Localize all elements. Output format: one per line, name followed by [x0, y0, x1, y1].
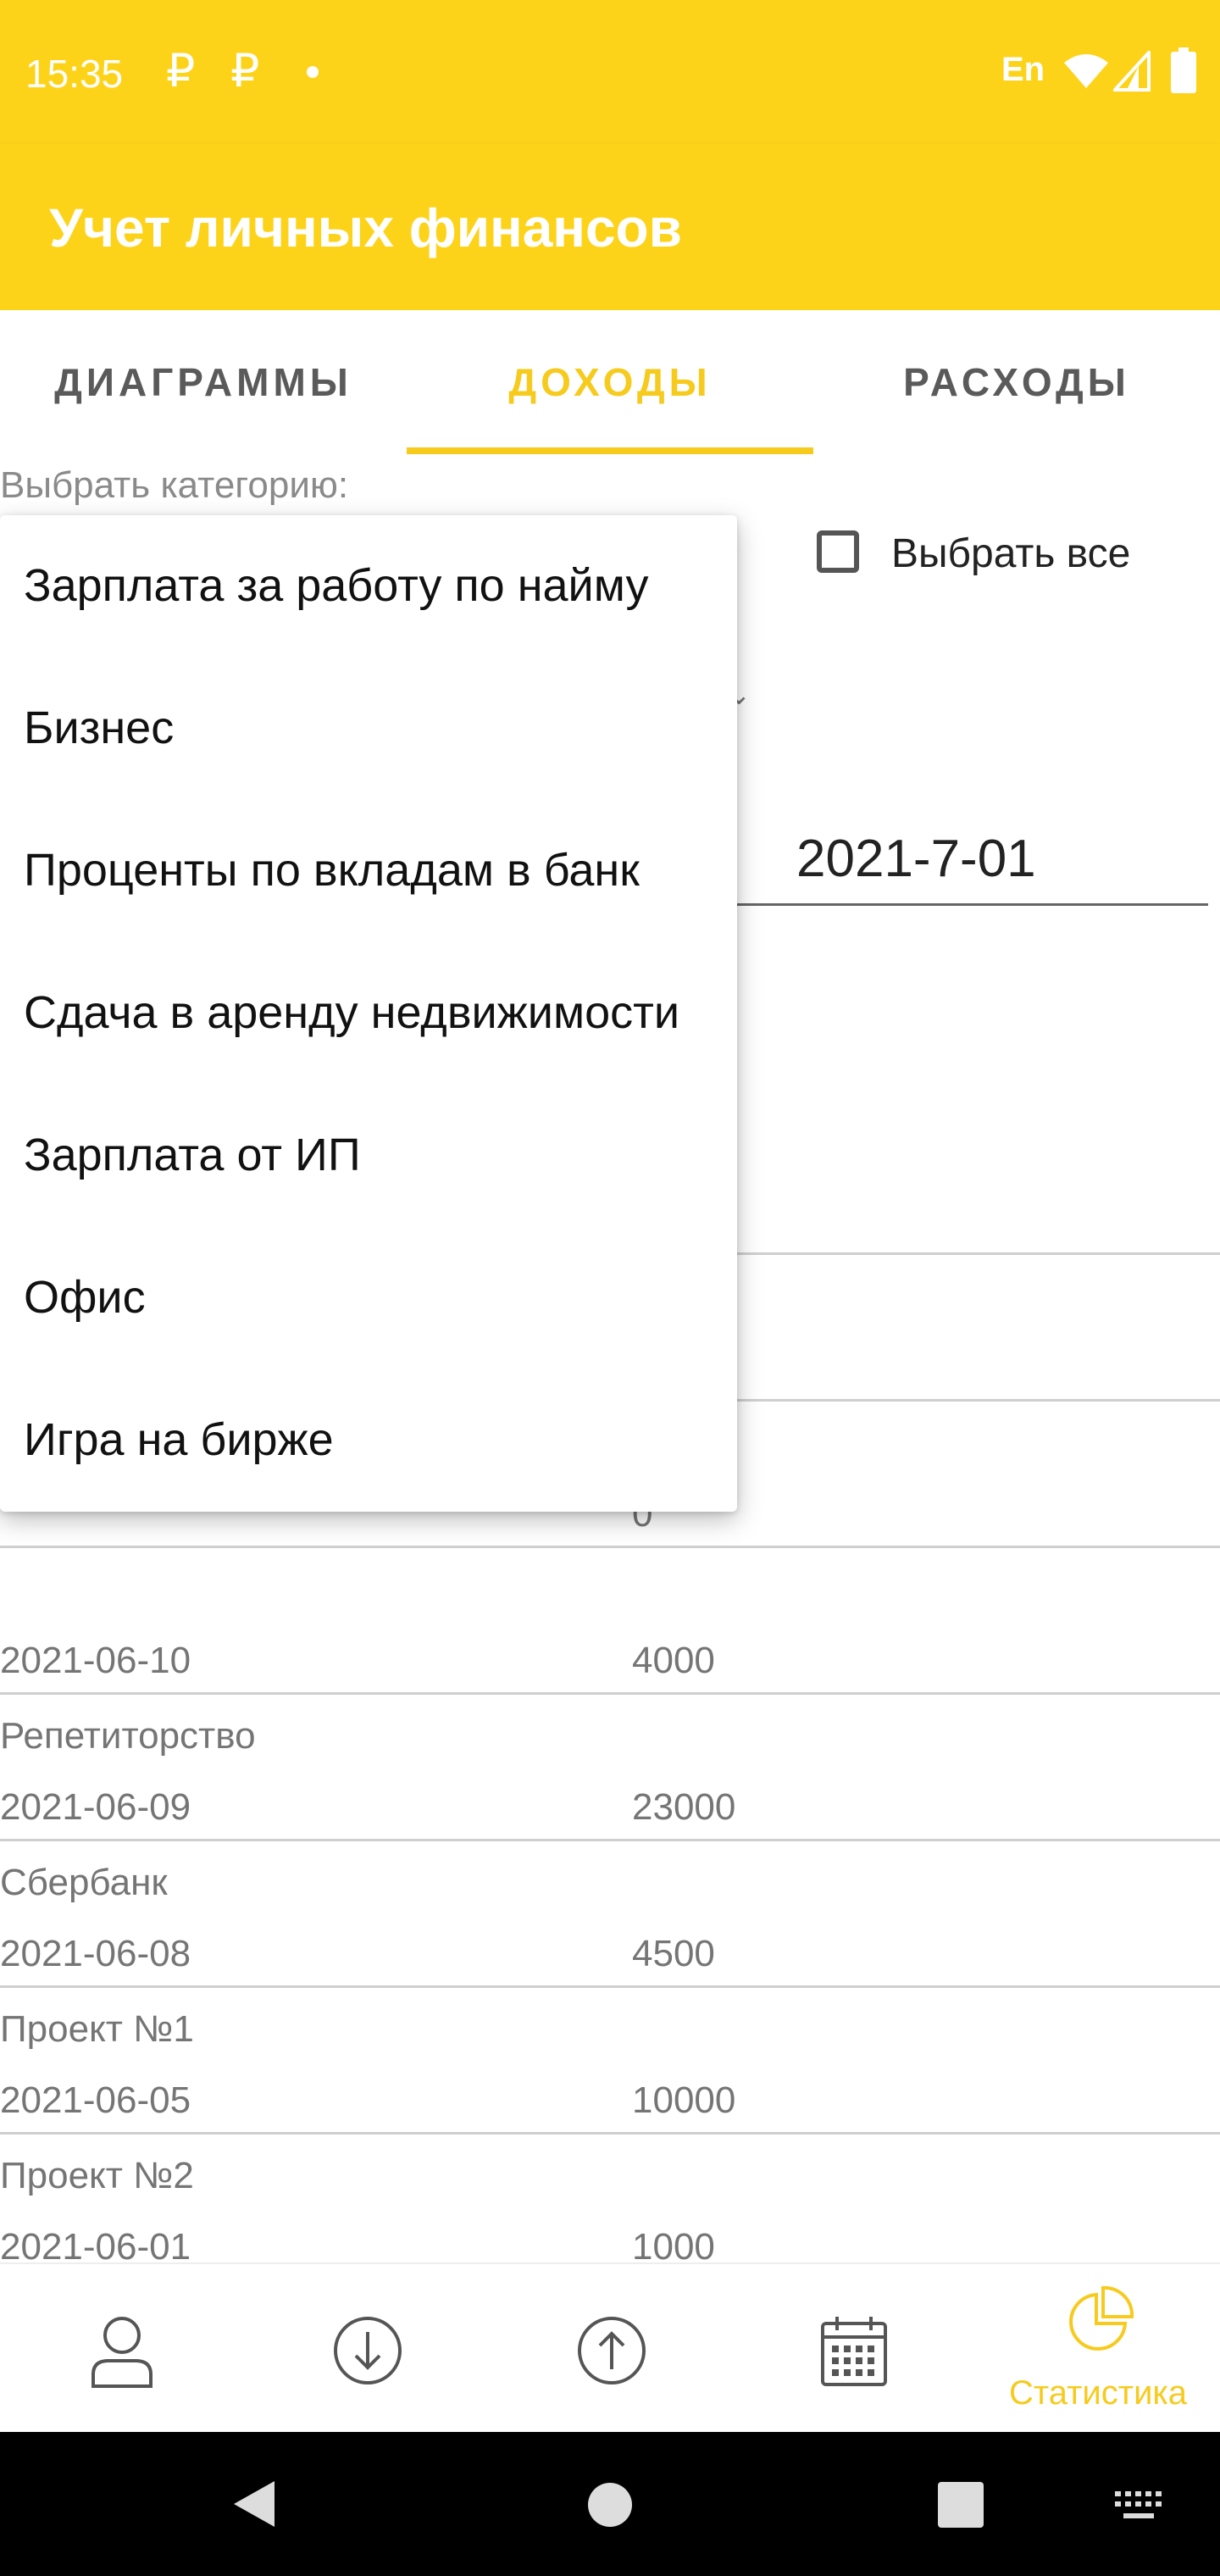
ruble-notification-icon: ₽ — [166, 46, 196, 97]
calendar-icon — [821, 2317, 887, 2386]
record-date: 2021-06-08 — [0, 1933, 191, 1974]
tab-expenses[interactable]: РАСХОДЫ — [813, 310, 1220, 454]
dropdown-item[interactable]: Зарплата за работу по найму — [24, 559, 648, 612]
record-date: 2021-06-09 — [0, 1786, 191, 1828]
tab-income[interactable]: ДОХОДЫ — [407, 310, 813, 454]
back-icon[interactable] — [232, 2479, 276, 2529]
system-navigation-bar — [0, 2432, 1220, 2576]
select-all-label: Выбрать все — [891, 531, 1131, 576]
record-category: Сбербанк — [0, 1862, 168, 1903]
dropdown-item[interactable]: Проценты по вкладам в банк — [24, 844, 640, 897]
recents-icon[interactable] — [938, 2482, 984, 2528]
dropdown-item[interactable]: Офис — [24, 1271, 146, 1324]
record-amount: 4000 — [632, 1640, 715, 1681]
arrow-up-circle-icon — [578, 2317, 646, 2384]
tab-bar: ДИАГРАММЫ ДОХОДЫ РАСХОДЫ — [0, 310, 1220, 454]
pie-chart-icon — [1069, 2285, 1134, 2351]
record-category: Проект №2 — [0, 2155, 194, 2196]
checkbox-box[interactable] — [817, 530, 859, 573]
app-title: Учет личных финансов — [49, 197, 682, 258]
dropdown-item[interactable]: Зарплата от ИП — [24, 1129, 361, 1181]
list-item[interactable]: Сбербанк 2021-06-08 4500 — [0, 1839, 1220, 1985]
wifi-icon — [1064, 54, 1108, 88]
signal-icon — [1113, 51, 1151, 92]
arrow-down-circle-icon — [334, 2317, 402, 2384]
home-icon[interactable] — [587, 2482, 633, 2528]
status-time: 15:35 — [25, 52, 124, 96]
record-amount: 10000 — [632, 2079, 736, 2121]
list-item[interactable]: Репетиторство 2021-06-09 23000 — [0, 1692, 1220, 1839]
tab-diagrams[interactable]: ДИАГРАММЫ — [0, 310, 407, 454]
bottom-navigation: Статистика — [0, 2262, 1220, 2434]
record-amount: 4500 — [632, 1933, 715, 1974]
ruble-notification-icon-2: ₽ — [230, 46, 260, 97]
keyboard-icon[interactable] — [1115, 2491, 1162, 2520]
nav-statistics[interactable]: Статистика — [976, 2264, 1220, 2434]
category-dropdown: Зарплата за работу по найму Бизнес Проце… — [0, 515, 737, 1512]
record-date: 2021-06-05 — [0, 2079, 191, 2121]
category-label: Выбрать категорию: — [0, 464, 349, 506]
record-category: Проект №1 — [0, 2008, 194, 2050]
record-amount: 23000 — [632, 1786, 736, 1828]
dropdown-item[interactable]: Бизнес — [24, 702, 174, 754]
status-bar: 15:35 ₽ ₽ En — [0, 0, 1220, 144]
nav-calendar[interactable] — [732, 2264, 976, 2434]
list-item[interactable]: 2021-06-10 4000 — [0, 1546, 1220, 1692]
nav-statistics-label: Статистика — [1008, 2374, 1188, 2412]
dropdown-item[interactable]: Сдача в аренду недвижимости — [24, 986, 679, 1039]
tab-indicator — [407, 447, 813, 454]
notification-dot-icon — [307, 66, 319, 78]
list-item[interactable]: Проект №1 2021-06-05 10000 — [0, 1985, 1220, 2132]
dropdown-item[interactable]: Игра на бирже — [24, 1413, 334, 1466]
nav-income[interactable] — [244, 2264, 488, 2434]
date-field[interactable]: 2021-7-01 — [729, 829, 1208, 906]
person-icon — [92, 2317, 152, 2388]
language-indicator: En — [1001, 51, 1045, 88]
record-category: Репетиторство — [0, 1715, 256, 1757]
battery-icon — [1171, 47, 1196, 93]
date-value: 2021-7-01 — [796, 830, 1036, 888]
list-item[interactable]: Проект №2 2021-06-01 1000 — [0, 2132, 1220, 2279]
record-date: 2021-06-10 — [0, 1640, 191, 1681]
app-bar: Учет личных финансов — [0, 144, 1220, 310]
nav-profile[interactable] — [0, 2264, 244, 2434]
nav-expenses[interactable] — [488, 2264, 732, 2434]
